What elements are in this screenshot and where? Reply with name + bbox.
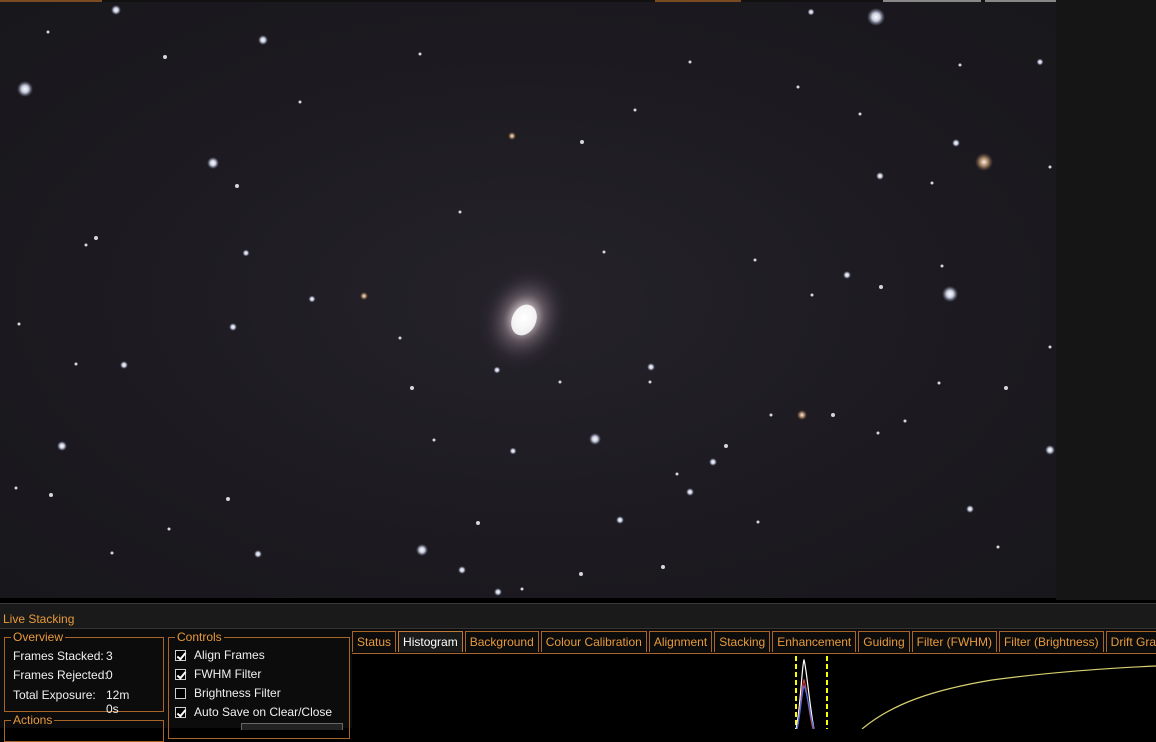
histogram-pane [352, 653, 1156, 729]
total-exposure-value: 12m 0s [106, 688, 130, 716]
tab-background[interactable]: Background [464, 631, 539, 652]
fwhm-filter-label: FWHM Filter [194, 667, 262, 681]
tab-bar: Status Histogram Background Colour Calib… [352, 631, 1156, 653]
tab-guiding[interactable]: Guiding [858, 631, 910, 652]
frames-rejected-row: Frames Rejected: 0 [13, 668, 113, 682]
fwhm-filter-checkbox[interactable] [175, 668, 186, 680]
frames-rejected-label: Frames Rejected: [13, 668, 108, 682]
tab-filter-fwhm[interactable]: Filter (FWHM) [911, 631, 997, 652]
tab-histogram[interactable]: Histogram [398, 631, 463, 652]
frames-stacked-value: 3 [106, 649, 113, 663]
panel-title: Live Stacking [3, 612, 75, 626]
viewer-side-margin [1056, 0, 1156, 600]
panel-titlebar [0, 604, 1156, 629]
brightness-filter-checkbox[interactable] [175, 687, 186, 699]
controls-label: Controls [175, 630, 224, 644]
tab-stacking[interactable]: Stacking [714, 631, 771, 652]
histogram-plot[interactable] [352, 654, 1156, 729]
star-field [14, 5, 1055, 596]
tab-colour-calibration[interactable]: Colour Calibration [540, 631, 647, 652]
frames-stacked-row: Frames Stacked: 3 [13, 649, 113, 663]
auto-save-label: Auto Save on Clear/Close [194, 705, 333, 719]
overview-label: Overview [11, 630, 66, 644]
stacked-image-viewer[interactable] [0, 2, 1056, 598]
frames-rejected-value: 0 [106, 668, 113, 682]
total-exposure-row: Total Exposure: 12m 0s [13, 688, 129, 716]
live-stacking-panel: Live Stacking Overview Frames Stacked: 3… [0, 603, 1156, 742]
auto-save-checkbox-row[interactable]: Auto Save on Clear/Close [175, 704, 332, 720]
tab-status[interactable]: Status [352, 631, 397, 652]
tab-alignment[interactable]: Alignment [648, 631, 713, 652]
align-frames-checkbox-row[interactable]: Align Frames [175, 647, 265, 663]
overview-group: Overview Frames Stacked: 3 Frames Reject… [4, 630, 164, 716]
auto-save-checkbox[interactable] [175, 706, 186, 718]
align-frames-label: Align Frames [194, 648, 265, 662]
brightness-filter-label: Brightness Filter [194, 686, 281, 700]
fwhm-filter-checkbox-row[interactable]: FWHM Filter [175, 666, 261, 682]
tab-enhancement[interactable]: Enhancement [772, 631, 857, 652]
tab-filter-brightness[interactable]: Filter (Brightness) [998, 631, 1104, 652]
actions-label: Actions [11, 713, 55, 727]
frames-stacked-label: Frames Stacked: [13, 649, 104, 663]
total-exposure-label: Total Exposure: [13, 688, 96, 702]
actions-group: Actions [4, 713, 164, 742]
stretch-curve [861, 665, 1156, 729]
align-frames-checkbox[interactable] [175, 649, 186, 661]
brightness-filter-checkbox-row[interactable]: Brightness Filter [175, 685, 281, 701]
tab-drift-graph[interactable]: Drift Graph [1105, 631, 1156, 652]
